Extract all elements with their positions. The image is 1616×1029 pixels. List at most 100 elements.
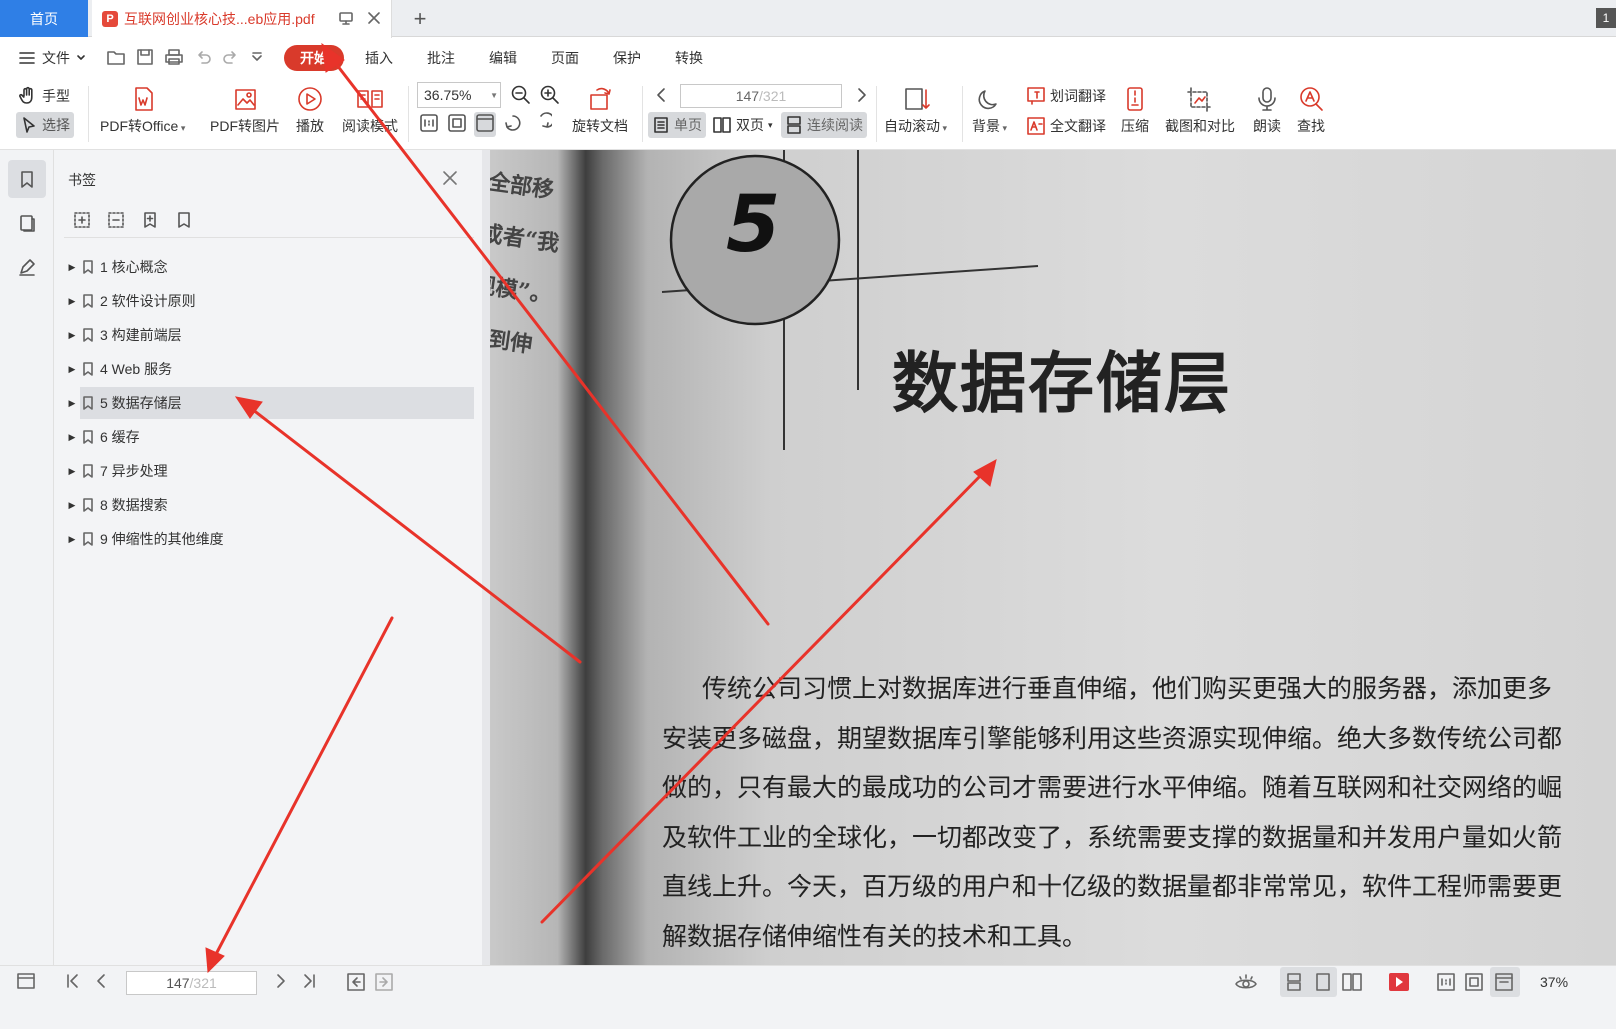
ribbon-toolbar: 手型 选择 PDF转Office ▾ PDF转图片 播放 阅读模式 36.75%… [0,78,1616,150]
bookmark-item[interactable]: ▶ 1 核心概念 [69,251,474,283]
bookmark-item[interactable]: ▶ 8 数据搜索 [69,489,474,521]
select-tool-button[interactable]: 选择 [16,112,74,138]
remove-bookmark-icon[interactable] [106,210,126,233]
zoom-in-icon[interactable] [539,84,561,109]
toggle-sidebar-icon[interactable] [16,972,36,990]
bookmarks-panel-button[interactable] [8,160,46,198]
bookmark-item[interactable]: ▶ 2 软件设计原则 [69,285,474,317]
auto-scroll-icon [904,88,930,110]
menu-annotate[interactable]: 批注 [410,45,472,71]
previous-page-icon[interactable] [92,972,110,990]
open-folder-icon[interactable] [106,48,126,69]
actual-size-icon[interactable] [418,112,440,137]
back-view-icon[interactable] [346,972,366,992]
close-panel-icon[interactable] [442,170,458,189]
menu-bar: 文件 开始 插入 批注 编辑 页面 保护 转换 [0,38,1616,78]
read-mode-button[interactable]: 阅读模式 [342,82,398,136]
auto-scroll-button[interactable]: 自动滚动 ▾ [884,82,947,136]
save-icon[interactable] [136,48,154,69]
pdf-to-image-button[interactable]: PDF转图片 [210,82,280,136]
bookmark-item[interactable]: ▶ 6 缓存 [69,421,474,453]
bookmark-item[interactable]: ▶ 4 Web 服务 [69,353,474,385]
menu-protect[interactable]: 保护 [596,45,658,71]
menu-convert[interactable]: 转换 [658,45,720,71]
bookmark-outline-icon[interactable] [174,210,194,233]
bookmark-label: 5 数据存储层 [100,395,182,411]
double-view-icon[interactable] [1341,972,1363,992]
page-number-input[interactable]: 147/321 [680,84,842,108]
thumbnails-panel-button[interactable] [8,204,46,242]
bookmark-panel-title: 书签 [68,172,96,188]
bookmark-item[interactable]: ▶ 7 异步处理 [69,455,474,487]
rotate-left-icon[interactable] [502,112,524,137]
book-icon [357,90,383,108]
zoom-input[interactable]: 36.75% ▼ [417,82,501,108]
find-button[interactable]: 查找 [1297,82,1325,136]
actual-size-icon[interactable] [1436,972,1456,992]
bookmark-item[interactable]: ▶ 3 构建前端层 [69,319,474,351]
eye-protection-icon[interactable] [1234,972,1258,992]
cursor-icon [23,117,35,133]
forward-view-icon[interactable] [374,972,394,992]
play-button[interactable]: 播放 [296,82,324,136]
menu-start[interactable]: 开始 [284,45,344,71]
play-icon [298,87,322,111]
pdf-file-icon: P [102,11,118,27]
next-page-icon[interactable] [272,972,290,990]
status-page-input[interactable]: 147/321 [126,971,257,995]
tab-home[interactable]: 首页 [0,0,88,37]
bookmark-label: 7 异步处理 [100,463,168,479]
add-bookmark-icon[interactable] [72,210,92,233]
first-page-icon[interactable] [64,972,82,990]
panel-splitter[interactable] [482,150,490,965]
document-view[interactable]: 全部移 或者“我 规模”。 及到伸 5 数据存储层 传统公司习惯上对数据库进行垂… [490,150,1616,965]
pdf-to-office-button[interactable]: PDF转Office ▾ [100,82,185,136]
background-button[interactable]: 背景 ▾ [972,82,1007,136]
bookmark-item[interactable]: ▶ 9 伸缩性的其他维度 [69,523,474,555]
status-zoom-percent[interactable]: 37% [1540,974,1568,990]
next-page-icon[interactable] [854,86,870,107]
window-count-badge[interactable]: 1 [1596,8,1616,28]
annotation-panel-button[interactable] [8,248,46,286]
new-tab-button[interactable]: + [408,6,432,32]
menu-edit[interactable]: 编辑 [472,45,534,71]
print-icon[interactable] [164,48,184,69]
double-page-label: 双页 [736,117,764,133]
bookmark-panel: 书签 ▶ 1 核心概念 ▶ 2 软件设计原则 ▶ 3 构建前端层 ▶ 4 Web 服务 … [54,150,482,965]
undo-icon[interactable] [194,48,212,69]
rotate-document-button[interactable]: 旋转文档 [572,82,628,136]
slideshow-play-icon[interactable] [1388,972,1410,992]
microphone-icon [1258,87,1276,111]
menu-insert[interactable]: 插入 [348,45,410,71]
tab-bar: 首页 P 互联网创业核心技...eb应用.pdf + 1 [0,0,1616,38]
word-translate-button[interactable]: 划词翻译 [1026,86,1106,106]
last-page-icon[interactable] [300,972,318,990]
continuous-view-icon[interactable] [1284,972,1304,992]
bookmark-item-selected[interactable]: ▶ 5 数据存储层 [69,387,474,419]
fit-width-icon[interactable] [1494,972,1514,992]
close-tab-icon[interactable] [366,10,382,29]
previous-page-icon[interactable] [653,86,669,107]
customize-quick-access-icon[interactable] [250,50,264,67]
single-page-icon [654,117,668,133]
menu-page[interactable]: 页面 [534,45,596,71]
screenshot-compare-button[interactable]: 截图和对比 [1165,82,1235,136]
zoom-out-icon[interactable] [510,84,532,109]
hand-tool-button[interactable]: 手型 [18,86,70,106]
fit-page-icon[interactable] [1464,972,1484,992]
double-page-button[interactable]: 双页 ▾ [712,115,773,135]
new-bookmark-icon[interactable] [140,210,160,233]
single-view-icon[interactable] [1313,972,1333,992]
single-page-button[interactable]: 单页 [648,112,706,138]
pin-window-icon[interactable] [338,10,354,29]
read-aloud-button[interactable]: 朗读 [1253,82,1281,136]
rotate-right-icon[interactable] [530,112,555,137]
fit-width-icon[interactable] [474,112,496,137]
redo-icon[interactable] [222,48,240,69]
moon-icon [978,90,997,110]
fit-page-icon[interactable] [446,112,468,137]
full-translate-button[interactable]: 全文翻译 [1026,116,1106,136]
compress-button[interactable]: 压缩 [1121,82,1149,136]
file-menu[interactable]: 文件 [0,48,94,68]
continuous-read-button[interactable]: 连续阅读 [781,112,867,138]
